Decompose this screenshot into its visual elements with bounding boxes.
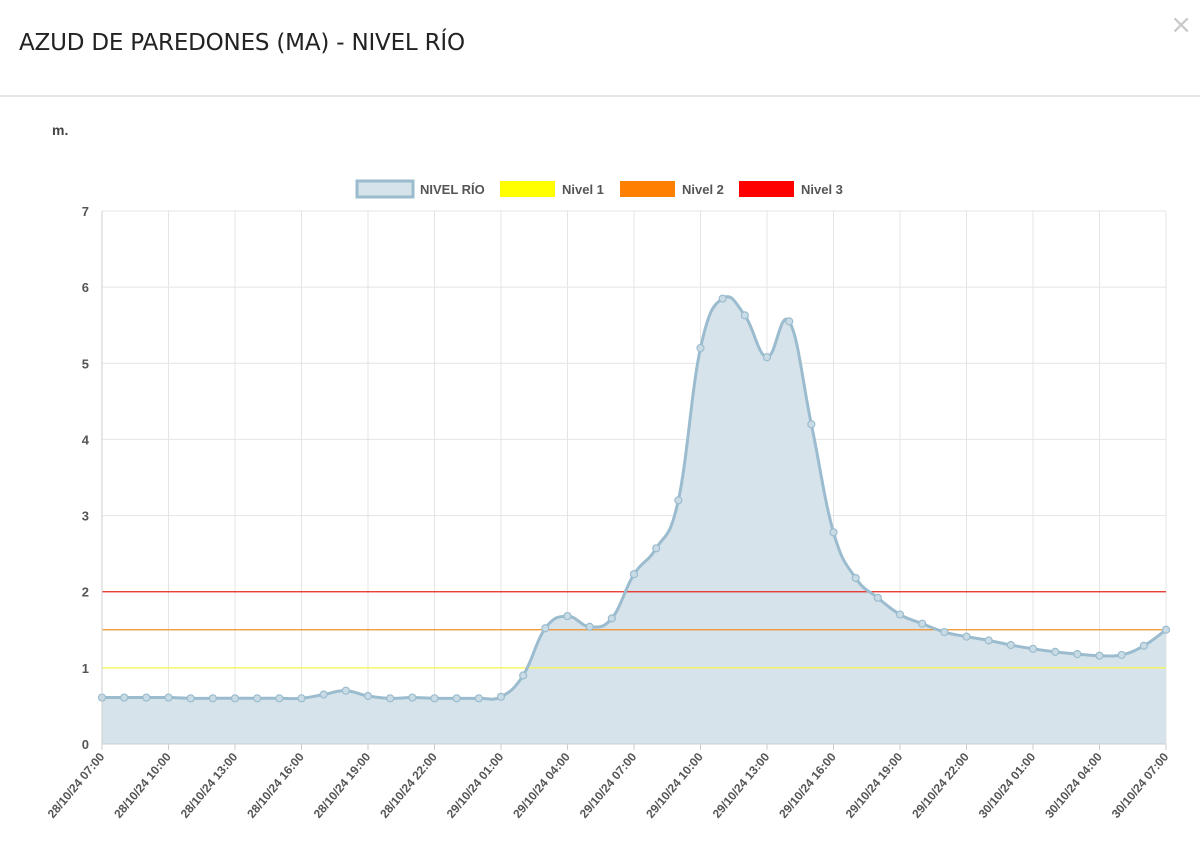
river-level-chart: m. NIVEL RÍO Nivel 1 Nivel 2 Nivel 3 0 1 2 3 4 5…	[45, 122, 1172, 821]
data-point	[1095, 651, 1104, 660]
y-tick-label: 2	[82, 585, 89, 600]
y-axis-unit-label: m.	[52, 122, 68, 138]
data-point	[563, 611, 572, 621]
data-point	[829, 528, 838, 537]
data-point	[895, 610, 905, 619]
data-point	[984, 636, 993, 645]
legend-label: NIVEL RÍO	[420, 182, 485, 197]
x-tick-label: 28/10/24 19:00	[311, 750, 374, 821]
data-point	[430, 694, 439, 703]
x-tick-label: 29/10/24 10:00	[643, 750, 706, 821]
data-point	[718, 294, 727, 303]
legend-label: Nivel 1	[562, 182, 604, 197]
data-point	[1028, 644, 1038, 653]
data-point	[1139, 641, 1148, 650]
data-point	[1117, 650, 1126, 660]
data-point	[519, 671, 528, 680]
data-point	[496, 692, 506, 701]
chart-legend: NIVEL RÍO Nivel 1 Nivel 2 Nivel 3	[355, 179, 843, 199]
data-point	[918, 619, 927, 628]
data-point	[585, 622, 594, 631]
y-tick-label: 0	[82, 737, 89, 752]
data-point	[230, 694, 240, 703]
data-point	[186, 694, 195, 703]
y-tick-label: 3	[82, 509, 89, 524]
legend-item: Nivel 2	[620, 181, 724, 197]
x-tick-label: 28/10/24 07:00	[45, 750, 108, 821]
data-point	[940, 627, 949, 637]
data-point	[629, 570, 639, 579]
data-point	[1161, 625, 1171, 634]
legend-label: Nivel 3	[801, 182, 843, 197]
data-point	[297, 694, 306, 703]
x-tick-label: 29/10/24 16:00	[776, 750, 839, 821]
x-tick-label: 29/10/24 13:00	[710, 750, 773, 821]
x-tick-label: 29/10/24 04:00	[510, 750, 573, 821]
x-tick-label: 30/10/24 01:00	[976, 750, 1039, 821]
data-point	[408, 693, 417, 702]
legend-swatch	[620, 181, 675, 197]
data-point	[341, 686, 350, 695]
x-tick-label: 29/10/24 19:00	[843, 750, 906, 821]
x-tick-label: 28/10/24 16:00	[244, 750, 307, 821]
data-point	[120, 693, 129, 702]
data-point	[474, 694, 483, 703]
data-point	[740, 311, 749, 320]
legend-item: Nivel 3	[739, 181, 843, 197]
data-point	[1006, 640, 1015, 650]
data-point	[607, 614, 616, 623]
y-tick-label: 4	[82, 432, 90, 447]
legend-item: NIVEL RÍO	[355, 179, 485, 199]
data-point	[962, 632, 971, 641]
y-tick-label: 5	[82, 356, 89, 371]
data-point	[807, 420, 816, 429]
legend-swatch	[355, 179, 415, 199]
x-tick-label: 29/10/24 22:00	[909, 750, 972, 821]
modal-title: AZUD DE PAREDONES (MA) - NIVEL RÍO	[19, 30, 465, 56]
legend-item: Nivel 1	[500, 181, 604, 197]
data-point	[319, 690, 328, 699]
x-tick-label: 28/10/24 10:00	[111, 750, 174, 821]
legend-swatch	[500, 181, 555, 197]
data-point	[1051, 647, 1060, 656]
y-tick-label: 1	[82, 661, 89, 676]
y-tick-label: 7	[82, 204, 89, 219]
data-point	[452, 694, 461, 703]
data-point	[851, 573, 860, 583]
close-icon[interactable]: ×	[1170, 12, 1192, 38]
data-point	[253, 694, 262, 703]
x-tick-label: 29/10/24 01:00	[444, 750, 507, 821]
x-tick-label: 30/10/24 07:00	[1109, 750, 1172, 821]
legend-swatch	[739, 181, 794, 197]
y-tick-label: 6	[82, 280, 89, 295]
data-point	[873, 593, 882, 602]
modal-header: AZUD DE PAREDONES (MA) - NIVEL RÍO ×	[0, 0, 1200, 97]
data-point	[164, 693, 173, 702]
x-tick-label: 28/10/24 13:00	[178, 750, 241, 821]
data-point	[696, 343, 705, 353]
data-point	[1073, 650, 1082, 659]
data-point	[785, 317, 794, 326]
data-point	[674, 496, 683, 505]
data-point	[363, 691, 373, 701]
data-point	[652, 544, 661, 553]
x-tick-label: 28/10/24 22:00	[377, 750, 440, 821]
data-point	[386, 694, 395, 703]
data-point	[142, 693, 151, 702]
x-tick-label: 30/10/24 04:00	[1042, 750, 1105, 821]
legend-label: Nivel 2	[682, 182, 724, 197]
data-point	[208, 694, 217, 703]
data-point	[541, 624, 550, 633]
data-point	[275, 694, 284, 703]
data-point	[762, 353, 772, 362]
x-tick-label: 29/10/24 07:00	[577, 750, 640, 821]
